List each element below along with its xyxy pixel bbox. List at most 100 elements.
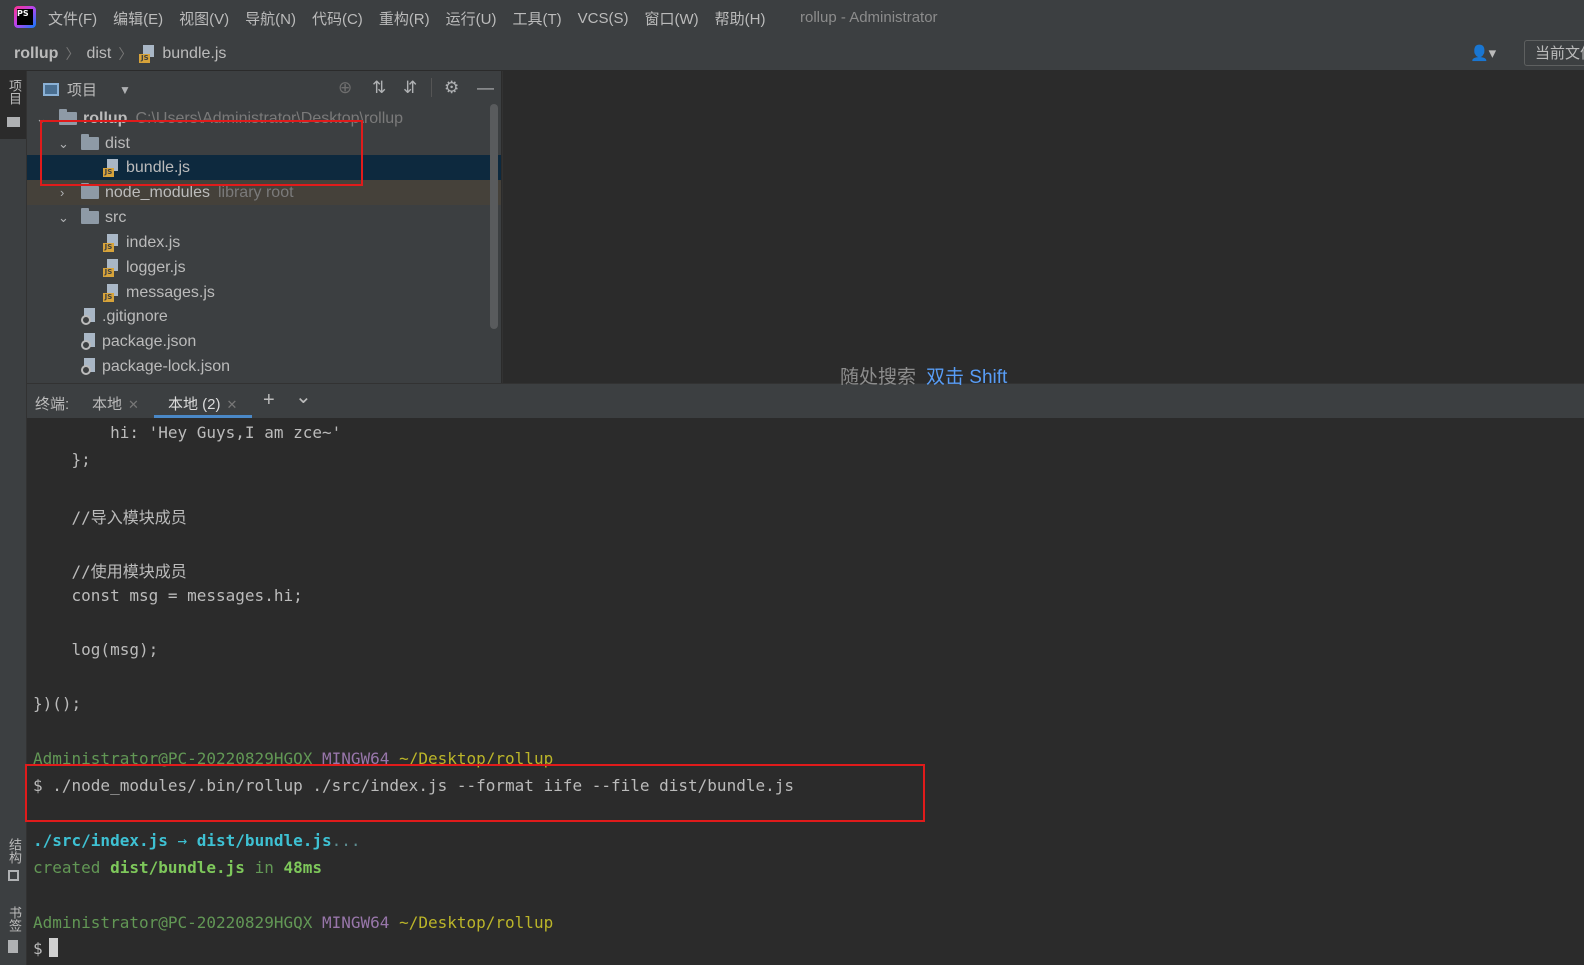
chevron-down-icon[interactable]: ▼ xyxy=(119,83,131,97)
folder-icon xyxy=(81,208,99,224)
tree-item-index-js[interactable]: JS index.js xyxy=(27,230,501,255)
menu-view[interactable]: 视图(V) xyxy=(179,8,229,29)
terminal-label: 终端: xyxy=(35,396,70,413)
menu-tools[interactable]: 工具(T) xyxy=(512,8,561,29)
menu-help[interactable]: 帮助(H) xyxy=(715,8,766,29)
terminal-line: //导入模块成员 xyxy=(33,508,187,527)
project-tool-tab-label: 项目 xyxy=(7,79,22,105)
breadcrumb-folder[interactable]: dist xyxy=(86,45,111,63)
breadcrumb-separator-icon: 〉 xyxy=(65,46,80,62)
tab-local-label: 本地 xyxy=(92,396,123,413)
tree-item-src[interactable]: ⌄ src xyxy=(27,205,501,230)
bookmarks-tool-tab[interactable]: 书签 xyxy=(2,906,24,932)
expand-all-icon[interactable]: ⇅ xyxy=(372,78,386,98)
tree-item-label: dist xyxy=(105,134,130,152)
tree-item-bundle-js[interactable]: JS bundle.js xyxy=(27,155,501,180)
menu-run[interactable]: 运行(U) xyxy=(446,8,497,29)
tree-item-logger-js[interactable]: JS logger.js xyxy=(27,255,501,280)
terminal-created-line: created dist/bundle.js in 48ms xyxy=(33,858,323,877)
terminal-line: hi: 'Hey Guys,I am zce~' xyxy=(33,423,342,442)
tree-item-label: messages.js xyxy=(126,283,215,301)
tree-item-node-modules[interactable]: › node_modules library root xyxy=(27,180,501,205)
close-icon[interactable]: ✕ xyxy=(128,397,139,412)
js-file-icon: JS xyxy=(103,283,121,302)
tree-item-label: logger.js xyxy=(126,258,186,276)
chevron-down-icon[interactable]: ⌄ xyxy=(295,384,312,409)
gear-icon[interactable]: ⚙ xyxy=(444,78,459,98)
search-hint-text: 随处搜索 xyxy=(840,367,917,388)
terminal-command: $ ./node_modules/.bin/rollup ./src/index… xyxy=(33,776,794,795)
breadcrumb-separator-icon: 〉 xyxy=(118,46,133,62)
collapse-all-icon[interactable]: ⇵ xyxy=(403,78,417,98)
left-tool-strip xyxy=(0,71,27,965)
terminal-tab-bar: 终端: 本地 ✕ 本地 (2) ✕ + ⌄ xyxy=(27,383,1584,419)
terminal-cursor xyxy=(48,938,58,957)
tree-item-path: C:\Users\Administrator\Desktop\rollup xyxy=(135,109,404,127)
tab-local[interactable]: 本地 ✕ xyxy=(92,393,139,414)
tree-item-package-json[interactable]: package.json xyxy=(27,329,501,354)
tree-item-note: library root xyxy=(217,183,294,201)
editor-area[interactable] xyxy=(502,71,1584,383)
tree-item-dist[interactable]: ⌄ dist xyxy=(27,131,501,156)
terminal-output[interactable]: hi: 'Hey Guys,I am zce~' }; //导入模块成员 //使… xyxy=(27,418,1584,965)
terminal-line: }; xyxy=(33,450,91,469)
tree-item-label: package-lock.json xyxy=(102,357,231,375)
user-account-icon[interactable]: 👤▾ xyxy=(1470,44,1496,62)
breadcrumb-file[interactable]: bundle.js xyxy=(162,45,226,63)
menu-refactor[interactable]: 重构(R) xyxy=(379,8,430,29)
tree-item-label: src xyxy=(105,208,127,226)
search-everywhere-hint: 随处搜索 双击 Shift xyxy=(840,362,1007,389)
menu-edit[interactable]: 编辑(E) xyxy=(113,8,163,29)
phpstorm-logo-icon[interactable]: PS xyxy=(14,6,36,28)
menu-file[interactable]: 文件(F) xyxy=(48,8,97,29)
logo-text: PS xyxy=(17,9,33,25)
project-panel-header: 项目 ▼ ⊕ ⇅ ⇵ ⚙ — xyxy=(27,71,501,104)
tree-item-messages-js[interactable]: JS messages.js xyxy=(27,280,501,305)
locate-file-icon[interactable]: ⊕ xyxy=(338,78,352,98)
current-file-button[interactable]: 当前文件 xyxy=(1524,40,1584,66)
js-file-icon: JS xyxy=(103,258,121,277)
menu-code[interactable]: 代码(C) xyxy=(312,8,363,29)
menu-bar: PS 文件(F) 编辑(E) 视图(V) 导航(N) 代码(C) 重构(R) 运… xyxy=(0,0,1584,37)
chevron-down-icon[interactable]: ⌄ xyxy=(36,111,47,127)
js-file-icon: JS xyxy=(103,158,121,177)
terminal-line: })(); xyxy=(33,694,82,713)
tree-item-label: node_modules xyxy=(105,183,210,201)
project-tree-scrollbar[interactable] xyxy=(490,104,498,329)
menu-navigate[interactable]: 导航(N) xyxy=(245,8,296,29)
tab-local-2[interactable]: 本地 (2) ✕ xyxy=(168,393,237,414)
window-title: rollup - Administrator xyxy=(800,9,938,26)
terminal-input-line[interactable]: $ xyxy=(33,938,58,958)
structure-tool-tab[interactable]: 结构 xyxy=(2,838,24,864)
breadcrumb: rollup 〉 dist 〉 JS bundle.js xyxy=(14,44,226,64)
menu-window[interactable]: 窗口(W) xyxy=(644,8,698,29)
chevron-down-icon[interactable]: ⌄ xyxy=(58,210,69,226)
project-panel: 项目 ▼ ⊕ ⇅ ⇵ ⚙ — ⌄ rollup C:\Users\Adminis… xyxy=(27,71,501,383)
hide-panel-icon[interactable]: — xyxy=(477,78,494,98)
tree-item-label: rollup xyxy=(83,109,128,127)
project-view-selector[interactable]: 项目 ▼ xyxy=(43,79,131,100)
menu-vcs[interactable]: VCS(S) xyxy=(578,10,629,27)
tree-item-label: bundle.js xyxy=(126,158,191,176)
terminal-line: //使用模块成员 xyxy=(33,562,187,581)
close-icon[interactable]: ✕ xyxy=(227,397,238,412)
project-view-icon xyxy=(43,83,59,96)
chevron-right-icon[interactable]: › xyxy=(60,185,64,200)
tree-item-rollup[interactable]: ⌄ rollup C:\Users\Administrator\Desktop\… xyxy=(27,106,501,131)
tree-item-package-lock-json[interactable]: package-lock.json xyxy=(27,354,501,379)
chevron-down-icon[interactable]: ⌄ xyxy=(58,136,69,152)
tab-local-2-label: 本地 (2) xyxy=(168,396,221,413)
terminal-rollup-output: ./src/index.js → dist/bundle.js... xyxy=(33,831,361,850)
terminal-line: const msg = messages.hi; xyxy=(33,586,303,605)
terminal-prompt: Administrator@PC-20220829HGQX MINGW64 ~/… xyxy=(33,749,554,768)
breadcrumb-project[interactable]: rollup xyxy=(14,45,58,63)
tree-item-gitignore[interactable]: .gitignore xyxy=(27,304,501,329)
bookmark-icon xyxy=(8,940,18,953)
new-tab-plus-icon[interactable]: + xyxy=(263,389,275,412)
project-tool-tab[interactable]: 项目 xyxy=(0,71,26,139)
config-file-icon xyxy=(81,307,97,326)
js-file-icon: JS xyxy=(103,233,121,252)
terminal-line: log(msg); xyxy=(33,640,159,659)
navigation-bar: rollup 〉 dist 〉 JS bundle.js 👤▾ xyxy=(0,36,1584,71)
folder-icon xyxy=(81,183,99,199)
